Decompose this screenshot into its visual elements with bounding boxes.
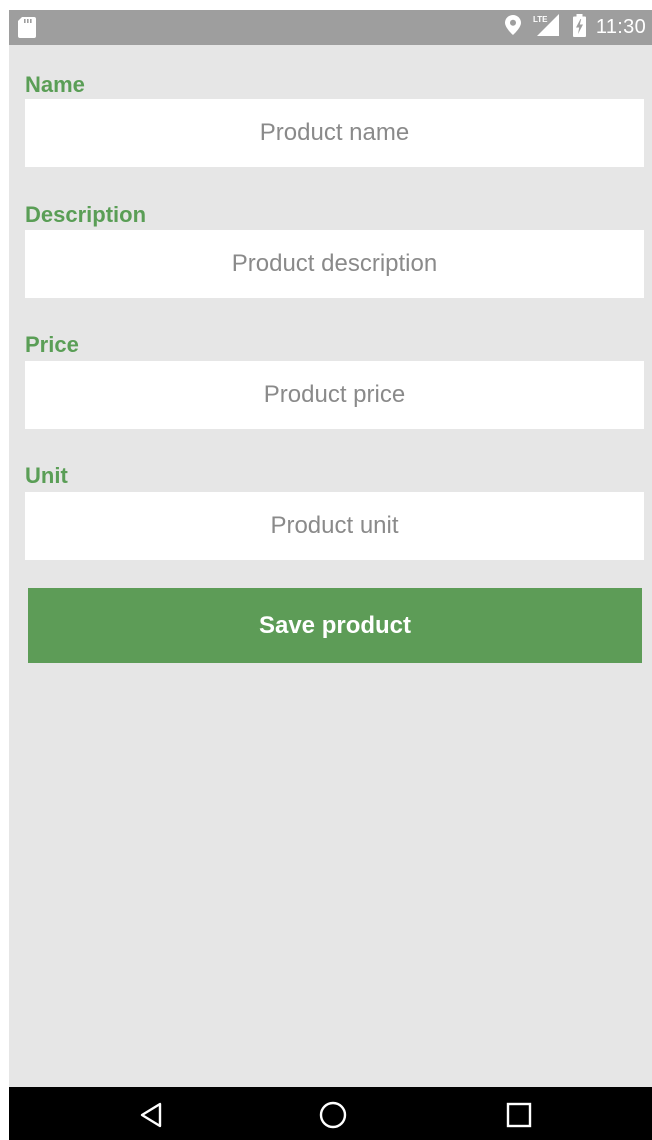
recents-icon[interactable] (503, 1099, 535, 1131)
lte-signal-icon: LTE (533, 14, 559, 41)
home-icon[interactable] (317, 1099, 349, 1131)
status-bar: LTE 11:30 (9, 10, 652, 45)
save-product-button[interactable]: Save product (28, 588, 642, 663)
lte-label: LTE (533, 15, 548, 24)
description-input[interactable] (25, 230, 644, 298)
app-screen: LTE 11:30 Name Description Price Unit Sa… (9, 10, 652, 1140)
back-icon[interactable] (136, 1099, 168, 1131)
unit-input[interactable] (25, 492, 644, 560)
price-input[interactable] (25, 361, 644, 429)
description-label: Description (25, 202, 147, 227)
status-icons: LTE 11:30 (504, 10, 646, 45)
name-label: Name (25, 72, 85, 97)
battery-charging-icon (572, 13, 586, 42)
sd-card-icon (18, 17, 36, 38)
navigation-bar (9, 1087, 652, 1140)
unit-label: Unit (25, 463, 68, 488)
name-input[interactable] (25, 99, 644, 167)
location-pin-icon (504, 15, 521, 40)
status-time: 11:30 (595, 16, 646, 38)
price-label: Price (25, 332, 79, 357)
